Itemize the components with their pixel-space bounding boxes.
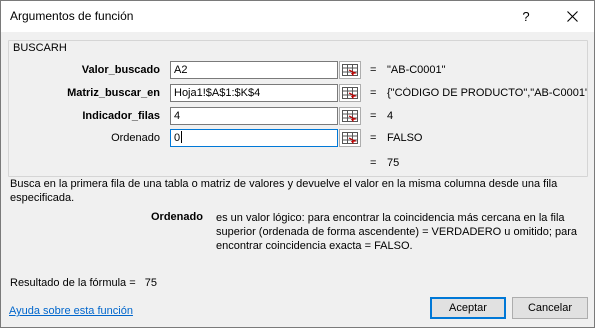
arg-value-ordenado: FALSO bbox=[387, 132, 423, 144]
ordenado-input[interactable]: 0 bbox=[170, 129, 338, 147]
range-select-icon bbox=[342, 110, 358, 122]
ok-button[interactable]: Aceptar bbox=[430, 297, 506, 319]
range-select-icon bbox=[342, 64, 358, 76]
valor-buscado-input[interactable]: A2 bbox=[170, 61, 338, 79]
arg-label-indicador-filas: Indicador_filas bbox=[82, 110, 160, 122]
arg-value-valor-buscado: "AB-C0001" bbox=[387, 64, 446, 76]
function-help-link[interactable]: Ayuda sobre esta función bbox=[9, 305, 133, 317]
dialog-title: Argumentos de función bbox=[10, 9, 134, 23]
help-button[interactable]: ? bbox=[516, 7, 536, 27]
matriz-buscar-en-input[interactable]: Hoja1!$A$1:$K$4 bbox=[170, 84, 338, 102]
equals-sign: = bbox=[370, 64, 377, 76]
function-arguments-dialog: Argumentos de función ? BUSCARH Valor_bu… bbox=[0, 0, 595, 328]
equals-sign: = bbox=[370, 110, 377, 122]
function-result-value: 75 bbox=[387, 157, 400, 169]
collapse-dialog-button[interactable] bbox=[339, 107, 361, 125]
indicador-filas-input[interactable]: 4 bbox=[170, 107, 338, 125]
close-icon bbox=[566, 11, 578, 22]
close-button[interactable] bbox=[561, 6, 583, 28]
ordenado-input-value: 0 bbox=[174, 132, 181, 144]
arg-value-indicador-filas: 4 bbox=[387, 110, 394, 122]
range-select-icon bbox=[342, 87, 358, 99]
text-caret bbox=[181, 131, 183, 143]
cancel-button[interactable]: Cancelar bbox=[512, 297, 588, 319]
arg-value-matriz-buscar-en: {"CÓDIGO DE PRODUCTO","AB-C0001" bbox=[387, 87, 587, 99]
arg-label-matriz-buscar-en: Matriz_buscar_en bbox=[67, 87, 160, 99]
range-select-icon bbox=[342, 132, 358, 144]
function-name: BUSCARH bbox=[11, 42, 69, 54]
title-bar: Argumentos de función ? bbox=[1, 1, 594, 32]
formula-result-value: 75 bbox=[144, 277, 157, 289]
formula-result: Resultado de la fórmula = 75 bbox=[10, 277, 157, 289]
equals-sign: = bbox=[370, 132, 377, 144]
formula-result-label: Resultado de la fórmula = bbox=[10, 277, 136, 289]
arg-label-ordenado: Ordenado bbox=[111, 132, 160, 144]
parameter-help-text: es un valor lógico: para encontrar la co… bbox=[216, 212, 578, 252]
function-description: Busca en la primera fila de una tabla o … bbox=[10, 178, 558, 204]
arg-label-valor-buscado: Valor_buscado bbox=[81, 64, 160, 76]
collapse-dialog-button[interactable] bbox=[339, 129, 361, 147]
collapse-dialog-button[interactable] bbox=[339, 84, 361, 102]
collapse-dialog-button[interactable] bbox=[339, 61, 361, 79]
parameter-help-name: Ordenado bbox=[151, 211, 203, 223]
function-result-equals: = bbox=[370, 157, 377, 169]
equals-sign: = bbox=[370, 87, 377, 99]
